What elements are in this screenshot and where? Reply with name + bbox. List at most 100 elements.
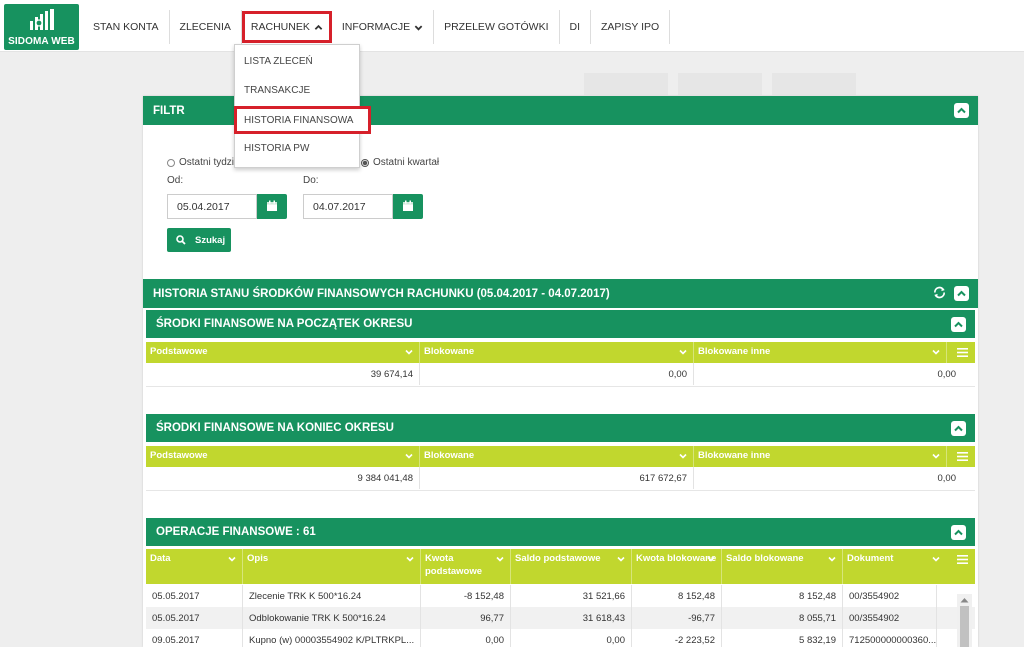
nav-label: ZAPISY IPO [601,21,660,33]
nav-di[interactable]: DI [560,10,592,44]
column-header-dokument[interactable]: Dokument [843,549,946,584]
column-label: Saldo podstawowe [515,553,601,564]
column-header-podstawowe[interactable]: Podstawowe [146,342,420,363]
calendar-icon [403,200,413,211]
radio-label: Ostatni kwartał [373,157,440,168]
chevron-down-icon [932,453,940,459]
sidoma-logo[interactable]: SIDOMA WEB [4,4,79,50]
chevron-up-icon [954,529,963,536]
chevron-up-icon [954,321,963,328]
column-label: Dokument [847,553,894,564]
background-tab [772,73,856,95]
column-header-kwota-blokowane[interactable]: Kwota blokowane [632,549,722,584]
collapse-filter-button[interactable] [954,103,969,118]
from-date-input[interactable]: 05.04.2017 [167,194,257,219]
collapse-end-button[interactable] [951,421,966,436]
cell-data: 05.05.2017 [146,607,243,629]
filter-title: FILTR [153,104,185,117]
column-label: Blokowane [424,450,475,461]
rachunek-dropdown: LISTA ZLECEŃ TRANSAKCJE HISTORIA FINANSO… [234,44,371,168]
column-header-blokowane[interactable]: Blokowane [420,342,694,363]
cell-data: 05.05.2017 [146,585,243,607]
from-calendar-button[interactable] [257,194,287,219]
column-header-podstawowe[interactable]: Podstawowe [146,446,420,467]
scroll-up-arrow-icon[interactable] [960,597,969,603]
column-header-blokowane-inne[interactable]: Blokowane inne [694,342,947,363]
end-period-title: ŚRODKI FINANSOWE NA KONIEC OKRESU [156,422,394,434]
nav-label: ZLECENIA [179,21,231,33]
chevron-down-icon [707,556,715,562]
table-row[interactable]: 05.05.2017 Zlecenie TRK K 500*16.24 -8 1… [146,585,975,607]
nav-rachunek[interactable]: RACHUNEK [241,11,332,43]
chevron-up-icon [954,425,963,432]
chevron-down-icon [679,349,687,355]
end-period-header: ŚRODKI FINANSOWE NA KONIEC OKRESU [146,414,975,442]
operations-title: OPERACJE FINANSOWE : 61 [156,526,316,538]
start-period-title: ŚRODKI FINANSOWE NA POCZĄTEK OKRESU [156,318,413,330]
nav-zapisy-ipo[interactable]: ZAPISY IPO [591,10,671,44]
radio-last-quarter[interactable]: Ostatni kwartał [361,157,439,168]
operations-table-header: Data Opis Kwota podstawowe Saldo podstaw… [146,549,975,584]
cell-dokument: 00/3554902 [843,607,937,629]
column-label: Podstawowe [150,450,208,461]
search-button[interactable]: Szukaj [167,228,231,252]
table-scrollbar[interactable] [957,594,972,647]
collapse-operations-button[interactable] [951,525,966,540]
cell: 39 674,14 [146,363,420,385]
column-header-saldo-blokowane[interactable]: Saldo blokowane [722,549,843,584]
nav-label: STAN KONTA [93,21,159,33]
cell: 617 672,67 [420,467,694,489]
from-label: Od: [167,175,184,186]
column-label: Opis [247,553,269,564]
chevron-down-icon [932,349,940,355]
table-row: 9 384 041,48 617 672,67 0,00 [146,467,975,489]
nav-przelew-gotowki[interactable]: PRZELEW GOTÓWKI [434,10,560,44]
column-header-saldo-podstawowe[interactable]: Saldo podstawowe [511,549,632,584]
column-header-blokowane-inne[interactable]: Blokowane inne [694,446,947,467]
cell: 0,00 [420,363,694,385]
chevron-up-icon [314,24,323,30]
history-header: HISTORIA STANU ŚRODKÓW FINANSOWYCH RACHU… [143,279,978,308]
menu-historia-pw[interactable]: HISTORIA PW [235,134,359,162]
operations-header: OPERACJE FINANSOWE : 61 [146,518,975,546]
radio-button[interactable] [167,158,175,167]
cell: 0,00 [937,368,957,380]
cell-opis: Zlecenie TRK K 500*16.24 [243,585,421,607]
nav-informacje[interactable]: INFORMACJE [332,10,435,44]
scrollbar-thumb[interactable] [960,606,969,647]
divider [146,386,975,387]
collapse-start-button[interactable] [951,317,966,332]
nav-label: RACHUNEK [250,21,310,33]
menu-lista-zlecen[interactable]: LISTA ZLECEŃ [235,47,359,75]
to-calendar-button[interactable] [393,194,423,219]
refresh-icon[interactable] [932,285,947,300]
cell-saldo-blokowane: 8 152,48 [722,585,843,607]
background-tab [678,73,762,95]
column-label: Saldo blokowane [726,553,804,564]
table-row[interactable]: 05.05.2017 Odblokowanie TRK K 500*16.24 … [146,607,975,629]
collapse-history-button[interactable] [954,286,969,301]
menu-transakcje[interactable]: TRANSAKCJE [235,76,359,104]
main-panel: FILTR Ostatni tydzień Ostatni kwartał Od… [143,96,978,647]
to-date-input[interactable]: 04.07.2017 [303,194,393,219]
column-label: Kwota podstawowe [425,553,483,577]
chevron-down-icon [228,556,236,562]
column-menu-icon[interactable] [957,452,968,461]
menu-item-label: LISTA ZLECEŃ [244,55,313,67]
column-menu-icon[interactable] [957,348,968,357]
menu-historia-finansowa[interactable]: HISTORIA FINANSOWA [234,106,371,134]
column-header-data[interactable]: Data [146,549,243,584]
radio-button-selected[interactable] [361,158,369,167]
column-menu-icon[interactable] [957,555,968,564]
cell-kwota-podstawowe: 96,77 [421,607,511,629]
search-icon [176,235,186,245]
nav-zlecenia[interactable]: ZLECENIA [170,10,242,44]
table-row[interactable]: 09.05.2017 Kupno (w) 00003554902 K/PLTRK… [146,629,975,647]
end-table-header: Podstawowe Blokowane Blokowane inne [146,446,975,467]
column-header-opis[interactable]: Opis [243,549,421,584]
column-header-kwota-podstawowe[interactable]: Kwota podstawowe [421,549,511,584]
nav-stan-konta[interactable]: STAN KONTA [83,10,170,44]
cell-saldo-podstawowe: 0,00 [511,629,632,647]
main-menu: STAN KONTA ZLECENIA RACHUNEK INFORMACJE … [83,10,671,44]
column-header-blokowane[interactable]: Blokowane [420,446,694,467]
